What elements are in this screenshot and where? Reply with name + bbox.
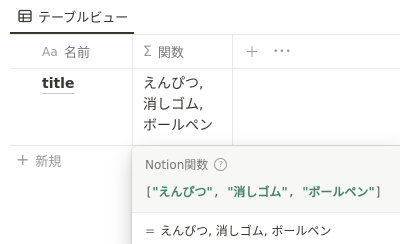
formula-string: "消しゴム" xyxy=(227,185,288,199)
column-header-name[interactable]: Aa 名前 xyxy=(10,35,133,68)
column-header-name-label: 名前 xyxy=(63,46,90,61)
function-value-line: ボールペン xyxy=(143,118,213,134)
tab-table-view[interactable]: テーブルビュー xyxy=(10,0,135,34)
column-header-function-label: 関数 xyxy=(157,46,184,61)
formula-bracket-close: ] xyxy=(374,185,382,199)
formula-string: "えんぴつ" xyxy=(152,185,213,199)
new-row-label: 新規 xyxy=(35,154,62,170)
formula-popup: Notion関数 ? ["えんぴつ", "消しゴム", "ボールペン"] = えん… xyxy=(132,146,400,244)
help-icon[interactable]: ? xyxy=(214,158,228,171)
new-row-button[interactable]: + 新規 xyxy=(10,145,61,175)
formula-popup-title-label: Notion関数 xyxy=(145,158,209,172)
text-property-icon: Aa xyxy=(42,44,58,59)
formula-popup-title: Notion関数 ? xyxy=(145,156,228,173)
plus-icon: + xyxy=(16,150,30,169)
column-header-actions: ＋ ••• xyxy=(233,35,292,68)
formula-string: "ボールペン" xyxy=(302,185,375,199)
cell-title[interactable]: title xyxy=(10,68,133,145)
page: テーブルビュー Aa 名前 Σ 関数 ＋ ••• title えんぴつ, 消しゴ… xyxy=(0,0,400,244)
cell-function[interactable]: えんぴつ, 消しゴム, ボールペン xyxy=(133,68,233,145)
formula-expression[interactable]: ["えんぴつ", "消しゴム", "ボールペン"] xyxy=(145,183,382,200)
row-title[interactable]: title xyxy=(42,76,75,94)
view-tabs: テーブルビュー xyxy=(10,0,135,34)
function-value-line: 消しゴム, xyxy=(143,97,204,113)
column-header-function[interactable]: Σ 関数 xyxy=(133,35,233,68)
function-value-line: えんぴつ, xyxy=(143,76,204,92)
table-row: title えんぴつ, 消しゴム, ボールペン xyxy=(10,68,400,146)
table-header: Aa 名前 Σ 関数 ＋ ••• xyxy=(10,35,400,69)
formula-separator: , xyxy=(287,185,295,199)
formula-result: = えんぴつ, 消しゴム, ボールペン xyxy=(145,222,331,239)
more-options-icon[interactable]: ••• xyxy=(273,47,292,57)
formula-separator: , xyxy=(212,185,220,199)
equals-sign: = xyxy=(145,224,156,238)
tab-label: テーブルビュー xyxy=(38,10,129,26)
sigma-icon: Σ xyxy=(143,43,152,60)
add-property-icon[interactable]: ＋ xyxy=(245,42,259,62)
formula-result-value: えんぴつ, 消しゴム, ボールペン xyxy=(160,224,332,238)
table-icon xyxy=(18,9,32,23)
